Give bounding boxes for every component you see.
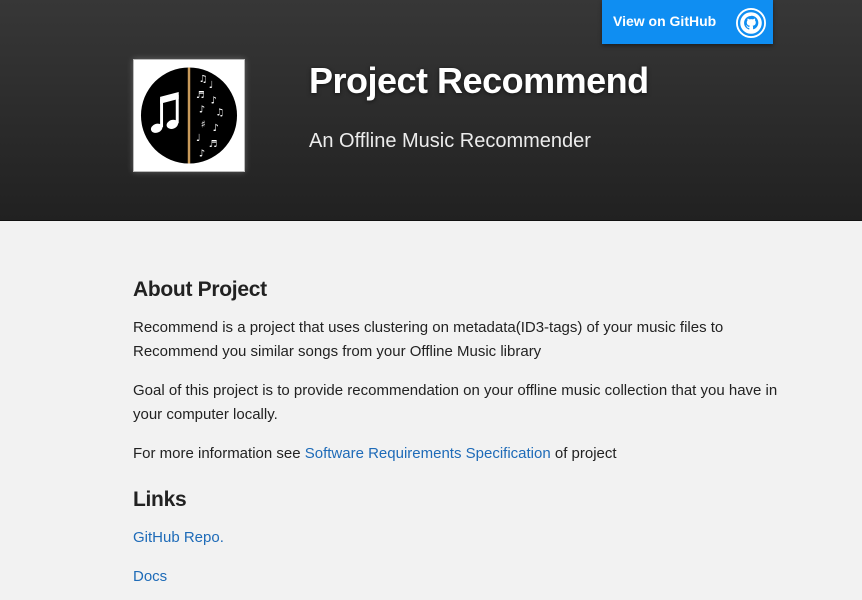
about-heading: About Project — [133, 278, 267, 301]
svg-text:♩: ♩ — [196, 133, 201, 144]
more-info-suffix: of project — [550, 445, 617, 462]
github-icon — [736, 8, 766, 38]
github-repo-link[interactable]: GitHub Repo. — [133, 529, 224, 546]
svg-text:♪: ♪ — [213, 123, 219, 134]
more-info-paragraph: For more information see Software Requir… — [133, 442, 783, 466]
svg-text:♪: ♪ — [199, 149, 205, 160]
svg-text:♫: ♫ — [199, 74, 208, 85]
view-on-github-button[interactable]: View on GitHub — [602, 0, 773, 44]
docs-link[interactable]: Docs — [133, 568, 167, 585]
svg-text:♪: ♪ — [199, 105, 205, 116]
page-title: Project Recommend — [309, 60, 649, 101]
about-paragraph-2: Goal of this project is to provide recom… — [133, 382, 778, 423]
page-subtitle: An Offline Music Recommender — [309, 130, 591, 152]
view-on-github-label: View on GitHub — [613, 13, 717, 29]
page-header: ♫ ♩ ♬ ♪ ♪ ♫ ♯ ♪ ♩ ♬ ♪ Project Recommend … — [0, 0, 862, 221]
links-heading: Links — [133, 488, 187, 511]
svg-text:♪: ♪ — [211, 96, 217, 107]
more-info-prefix: For more information see — [133, 445, 305, 462]
svg-text:♯: ♯ — [201, 119, 206, 130]
about-paragraph-1: Recommend is a project that uses cluster… — [133, 319, 724, 360]
svg-text:♩: ♩ — [209, 80, 214, 91]
music-notes-logo-icon: ♫ ♩ ♬ ♪ ♪ ♫ ♯ ♪ ♩ ♬ ♪ — [140, 67, 238, 164]
svg-text:♬: ♬ — [196, 90, 205, 101]
svg-text:♫: ♫ — [215, 108, 224, 119]
main-content: About Project Recommend is a project tha… — [133, 278, 783, 600]
srs-link[interactable]: Software Requirements Specification — [305, 445, 551, 462]
svg-text:♬: ♬ — [209, 139, 218, 150]
logo: ♫ ♩ ♬ ♪ ♪ ♫ ♯ ♪ ♩ ♬ ♪ — [133, 59, 245, 172]
